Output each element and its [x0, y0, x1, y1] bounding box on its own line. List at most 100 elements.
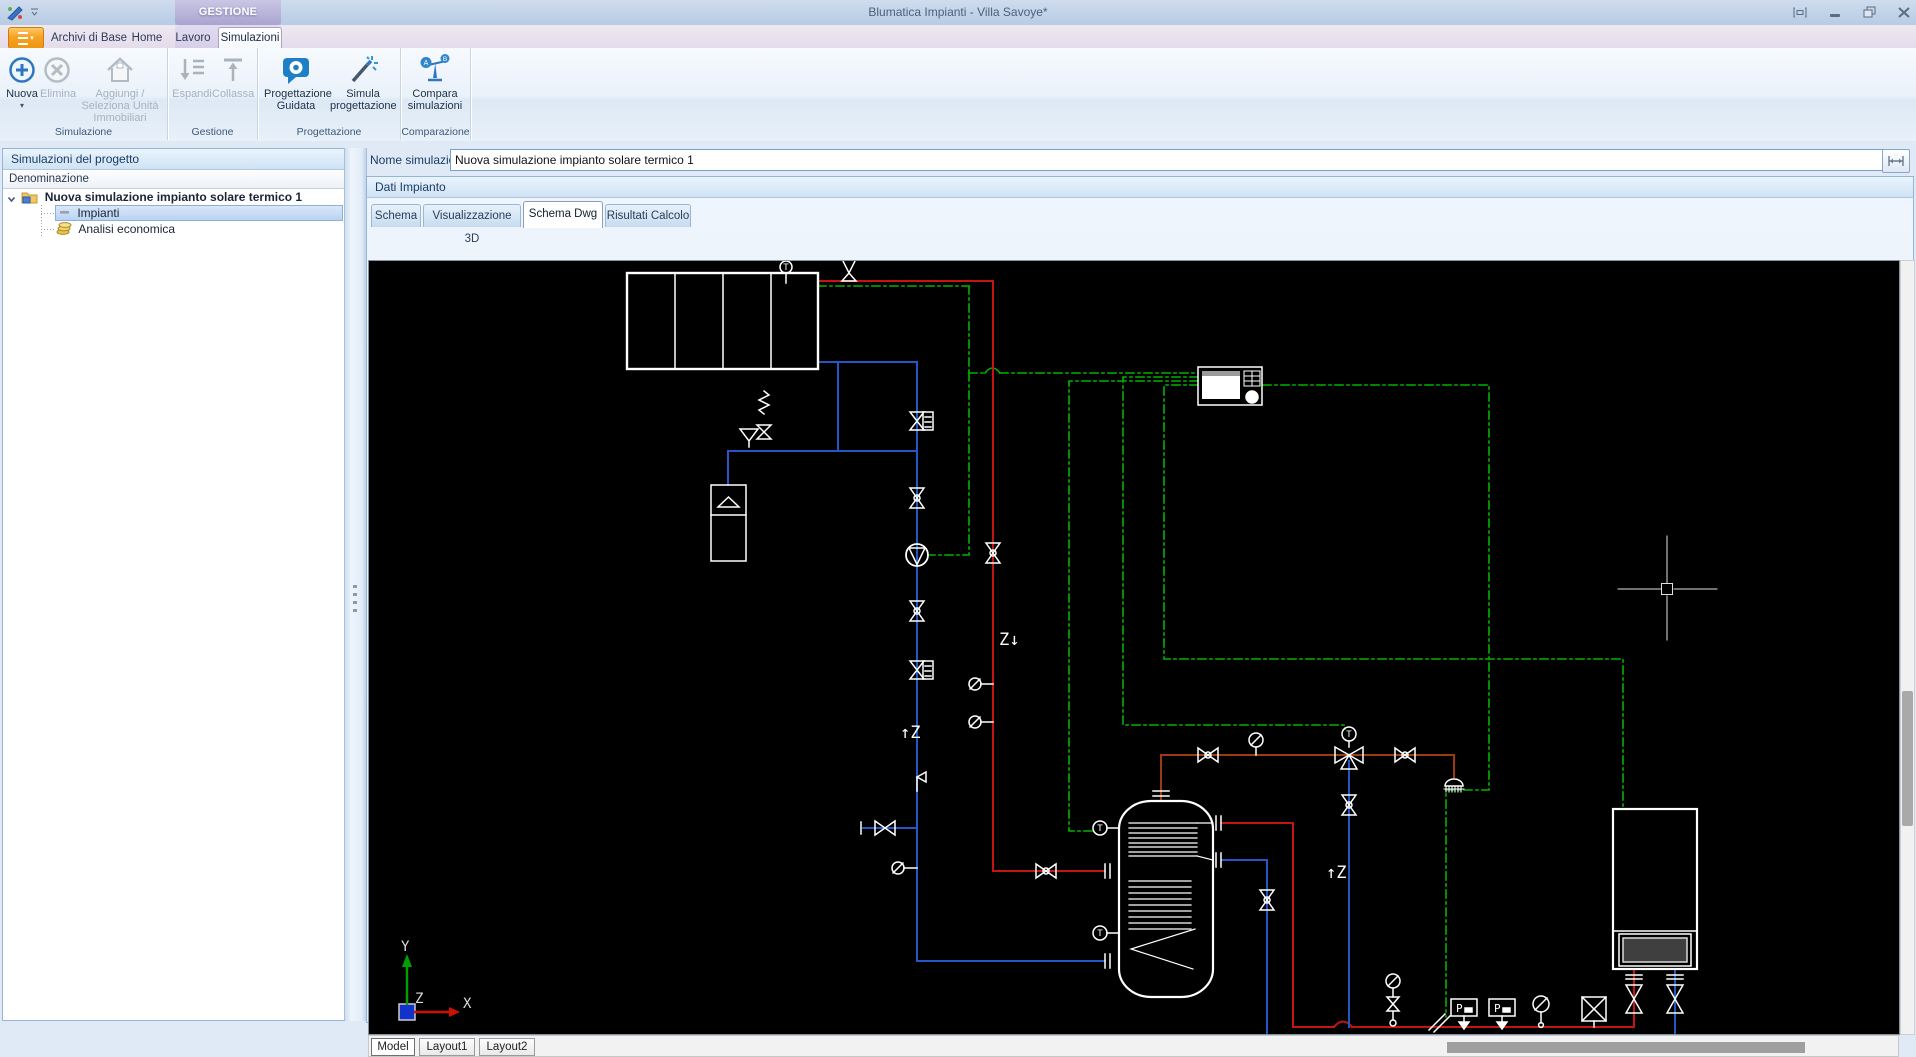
- pipe-union: [1105, 864, 1110, 878]
- dhw-pipes: [1161, 755, 1454, 801]
- pipe-union: [1105, 954, 1110, 968]
- layout-tab-layout1[interactable]: Layout1: [419, 1038, 475, 1056]
- dwg-canvas[interactable]: ↑Z Z↓ ↑Z T T T T P P: [368, 260, 1900, 1035]
- group-label-progettazione: Progettazione: [258, 126, 400, 138]
- tree-root-row[interactable]: Nuova simulazione impianto solare termic…: [3, 189, 345, 205]
- panel-splitter[interactable]: [344, 148, 367, 1021]
- application-menu-button[interactable]: ▾: [8, 27, 44, 49]
- window-title: Blumatica Impianti - Villa Savoye*: [0, 5, 1916, 19]
- svg-text:T: T: [1346, 730, 1352, 740]
- tab-visualizzazione-3d[interactable]: Visualizzazione 3D: [423, 204, 521, 227]
- tree-item-analisi-economica[interactable]: Analisi economica: [3, 221, 345, 237]
- fullscreen-icon[interactable]: [1793, 7, 1807, 18]
- expansion-vessel: [711, 485, 746, 561]
- collassa-button[interactable]: Collassa: [212, 52, 254, 100]
- main-area: Nome simulazione Dati Impianto Schema Vi…: [366, 144, 1914, 1021]
- new-plus-icon: [7, 55, 37, 85]
- storage-tank: [1119, 791, 1221, 997]
- horizontal-scrollbar-thumb[interactable]: [1447, 1042, 1805, 1053]
- nuova-button[interactable]: Nuova ▾: [4, 52, 40, 112]
- measure-width-icon: [1887, 155, 1905, 167]
- simulation-name-input[interactable]: [450, 149, 1884, 171]
- progettazione-guidata-label: Progettazione Guidata: [264, 88, 328, 112]
- tab-archivi-di-base[interactable]: Archivi di Base: [48, 28, 130, 48]
- fit-width-button[interactable]: [1882, 149, 1910, 173]
- tab-lavoro[interactable]: Lavoro: [170, 28, 216, 48]
- app-menu-caret-icon: ▾: [30, 35, 34, 42]
- impianti-icon: [59, 206, 71, 218]
- air-vent-valve: [842, 261, 856, 281]
- safety-valve-group: [740, 391, 771, 447]
- splitter-grip-icon: [353, 585, 357, 615]
- close-icon[interactable]: [1898, 7, 1910, 18]
- house-icon: [104, 54, 136, 86]
- svg-text:A: A: [424, 60, 429, 67]
- ribbon-group-gestione: Espandi Collassa Gestione: [168, 48, 258, 140]
- quick-access-dropdown-icon[interactable]: [30, 8, 39, 16]
- dati-impianto-title: Dati Impianto: [367, 177, 1913, 198]
- solar-system-schematic: ↑Z Z↓ ↑Z T T T T P P: [369, 261, 1899, 1034]
- tab-home[interactable]: Home: [128, 28, 166, 48]
- restore-icon[interactable]: [1863, 6, 1876, 18]
- delete-x-icon: [42, 55, 72, 85]
- flow-meter: [910, 412, 933, 430]
- svg-text:P: P: [1494, 1002, 1501, 1015]
- expand-icon: [177, 55, 207, 85]
- ribbon-tab-row: ▾ Archivi di Base Home Lavoro Simulazion…: [0, 25, 1916, 49]
- safety-relief-group: [1386, 974, 1400, 1026]
- svg-text:Z↓: Z↓: [999, 630, 1019, 650]
- cold-pipes: [728, 362, 1675, 1033]
- simula-progettazione-button[interactable]: Simula progettazione: [330, 52, 396, 112]
- layout-tab-bar: Model Layout1 Layout2: [368, 1035, 1899, 1057]
- drain-cock: [892, 862, 917, 874]
- progettazione-guidata-button[interactable]: Progettazione Guidata: [264, 52, 328, 112]
- crosshair-cursor: [1618, 536, 1717, 640]
- tree-item-impianti[interactable]: Impianti: [3, 205, 345, 221]
- tab-schema-dwg[interactable]: Schema Dwg: [523, 201, 603, 228]
- project-simulations-panel: Simulazioni del progetto Denominazione N…: [2, 148, 346, 1021]
- svg-text:↑Z: ↑Z: [900, 723, 920, 743]
- drain-cock: [969, 716, 993, 728]
- simulation-name-row: Nome simulazione: [366, 148, 1914, 172]
- thermometer: [917, 772, 926, 791]
- aggiungi-seleziona-button[interactable]: Aggiungi / Seleziona Unità Immobiliari: [76, 52, 164, 124]
- tree-item-label: Analisi economica: [78, 222, 175, 236]
- simula-progettazione-label: Simula progettazione: [330, 88, 396, 112]
- tree-item-label: Impianti: [77, 206, 119, 220]
- ribbon: Nuova ▾ Elimina Aggiungi / Seleziona Uni…: [0, 48, 1916, 142]
- eye-bubble-icon: [280, 54, 312, 86]
- group-label-comparazione: Comparazione: [401, 126, 470, 138]
- elimina-button[interactable]: Elimina: [40, 52, 74, 100]
- collassa-label: Collassa: [212, 88, 254, 100]
- svg-text:T: T: [1097, 824, 1103, 834]
- tab-risultati-calcolo[interactable]: Risultati Calcolo: [605, 204, 691, 227]
- svg-text:T: T: [783, 263, 789, 273]
- chevron-down-icon[interactable]: [7, 195, 16, 204]
- pressure-gauge: [1249, 733, 1263, 755]
- dati-impianto-panel: Dati Impianto Schema Visualizzazione 3D …: [366, 176, 1914, 1023]
- ribbon-group-comparazione: A B Compara simulazioni Comparazione: [401, 48, 471, 140]
- minimize-icon[interactable]: [1829, 7, 1841, 18]
- compare-scale-icon: A B: [418, 54, 452, 86]
- espandi-button[interactable]: Espandi: [172, 52, 212, 100]
- title-bar: GESTIONE LAVORO Blumatica Impianti - Vil…: [0, 0, 1916, 26]
- pump-unit: [1489, 999, 1515, 1029]
- nuova-dropdown-caret[interactable]: ▾: [4, 100, 40, 112]
- tab-simulazioni[interactable]: Simulazioni: [218, 27, 282, 50]
- drain-cock: [969, 678, 993, 690]
- solar-collector-array: [627, 273, 818, 369]
- tree-connector: [41, 213, 55, 214]
- app-logo-icon: [6, 4, 24, 22]
- contextual-tab-group: GESTIONE LAVORO: [175, 0, 281, 25]
- magic-wand-icon: [347, 54, 379, 86]
- canvas-vertical-scrollbar[interactable]: [1900, 260, 1915, 1035]
- svg-text:Y: Y: [401, 939, 410, 955]
- layout-tab-layout2[interactable]: Layout2: [479, 1038, 535, 1056]
- vertical-scrollbar-thumb[interactable]: [1902, 691, 1913, 826]
- svg-text:B: B: [443, 56, 447, 63]
- layout-tab-model[interactable]: Model: [371, 1038, 415, 1056]
- compara-simulazioni-button[interactable]: A B Compara simulazioni: [404, 52, 466, 112]
- tree-column-header[interactable]: Denominazione: [3, 170, 345, 189]
- tree-connector: [41, 229, 55, 230]
- tab-schema[interactable]: Schema: [371, 204, 421, 227]
